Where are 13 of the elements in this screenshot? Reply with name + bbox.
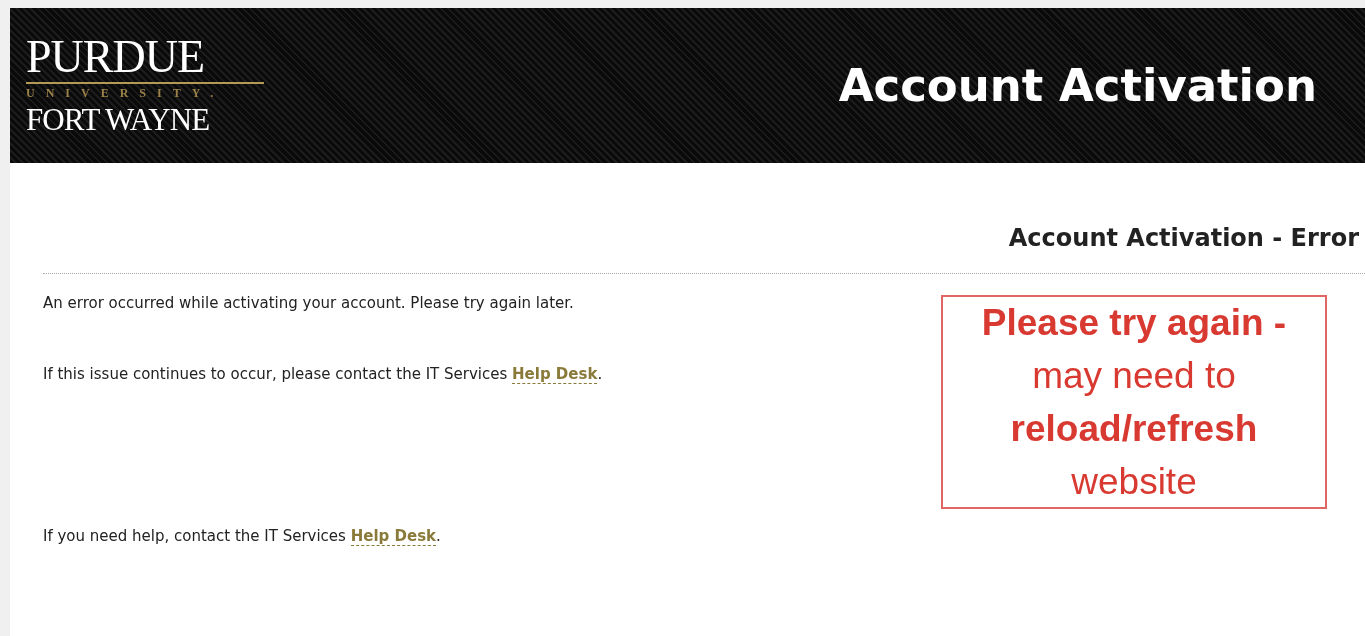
annotation-text: reload/refresh: [1010, 407, 1258, 451]
paragraph-text: If you need help, contact the IT Services Help Desk.: [43, 526, 441, 547]
logo-wordmark: PURDUE: [26, 34, 206, 80]
help-desk-link[interactable]: Help Desk: [512, 365, 598, 384]
annotation-text: website: [1071, 460, 1197, 504]
annotation-text: Please try again -: [981, 301, 1287, 345]
section-heading: Account Activation - Error: [1007, 223, 1360, 254]
paragraph-text: An error occurred while activating your account. Please try again later.: [43, 293, 574, 314]
logo-subtitle: UNIVERSITY.: [26, 85, 226, 101]
annotation-text: may need to: [1032, 354, 1236, 398]
logo-campus: FORT WAYNE: [26, 103, 211, 137]
paragraph-text: If this issue continues to occur, please contact the IT Services Help Desk.: [43, 364, 603, 385]
page-title: Account Activation: [838, 59, 1317, 112]
